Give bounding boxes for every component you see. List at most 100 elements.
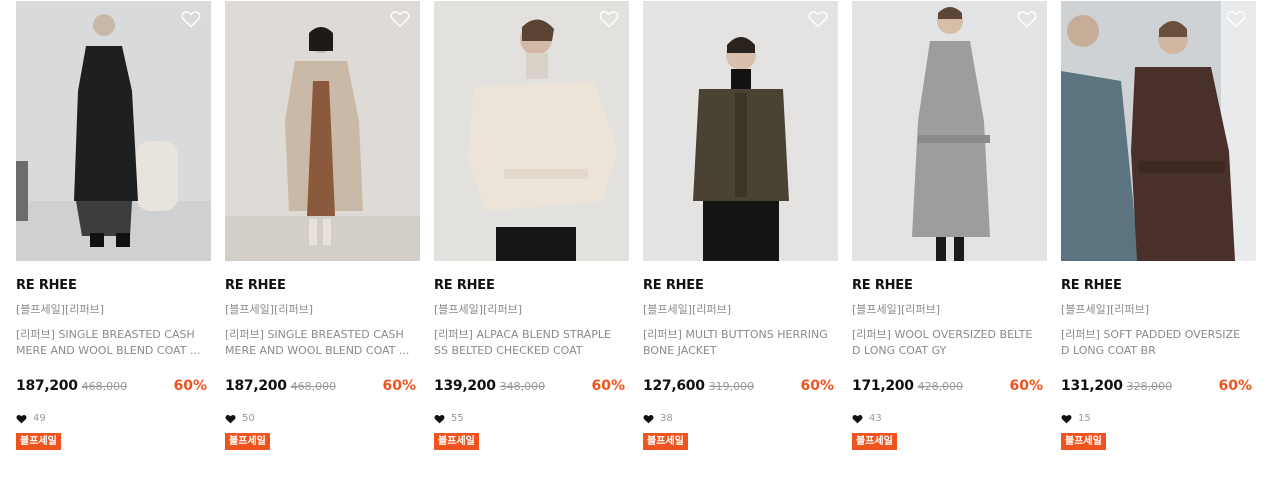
price-row: 127,600 319,000 60% bbox=[643, 378, 838, 396]
price-row: 187,200 468,000 60% bbox=[225, 378, 420, 396]
product-name-line: [리퍼브] WOOL OVERSIZED BELTE bbox=[852, 328, 1033, 341]
discount-rate: 60% bbox=[591, 378, 625, 394]
wishlist-heart-icon[interactable] bbox=[390, 10, 410, 28]
price-row: 139,200 348,000 60% bbox=[434, 378, 629, 396]
product-photo bbox=[1061, 1, 1256, 261]
sale-price: 187,200 bbox=[225, 378, 287, 394]
product-name[interactable]: [리퍼브] SINGLE BREASTED CASH MERE AND WOOL… bbox=[225, 327, 420, 359]
product-name[interactable]: [리퍼브] SOFT PADDED OVERSIZE D LONG COAT B… bbox=[1061, 327, 1256, 359]
sale-price: 127,600 bbox=[643, 378, 705, 394]
product-card[interactable]: RE RHEE [블프세일][리퍼브] [리퍼브] WOOL OVERSIZED… bbox=[852, 1, 1047, 471]
original-price: 348,000 bbox=[499, 380, 546, 393]
discount-rate: 60% bbox=[800, 378, 834, 394]
product-image[interactable] bbox=[434, 1, 629, 261]
product-image[interactable] bbox=[225, 1, 420, 261]
product-name-line: D LONG COAT GY bbox=[852, 344, 947, 357]
like-count-value: 15 bbox=[1078, 413, 1091, 424]
product-tagline: [블프세일][리퍼브] bbox=[434, 303, 523, 316]
original-price: 328,000 bbox=[1126, 380, 1173, 393]
brand-name[interactable]: RE RHEE bbox=[16, 278, 211, 294]
sale-price: 187,200 bbox=[16, 378, 78, 394]
product-card[interactable]: RE RHEE [블프세일][리퍼브] [리퍼브] SINGLE BREASTE… bbox=[225, 1, 420, 471]
brand-name[interactable]: RE RHEE bbox=[1061, 278, 1256, 294]
product-name-line: BONE JACKET bbox=[643, 344, 717, 357]
product-photo bbox=[434, 1, 629, 261]
product-name-line: MERE AND WOOL BLEND COAT ... bbox=[16, 344, 201, 357]
product-tagline: [블프세일][리퍼브] bbox=[643, 303, 732, 316]
sale-badge: 블프세일 bbox=[434, 433, 479, 450]
wishlist-heart-icon[interactable] bbox=[599, 10, 619, 28]
product-photo bbox=[16, 1, 211, 261]
brand-name[interactable]: RE RHEE bbox=[434, 278, 629, 294]
brand-name[interactable]: RE RHEE bbox=[225, 278, 420, 294]
product-photo bbox=[643, 1, 838, 261]
product-card[interactable]: RE RHEE [블프세일][리퍼브] [리퍼브] MULTI BUTTONS … bbox=[643, 1, 838, 471]
heart-filled-icon bbox=[434, 414, 445, 424]
wishlist-heart-icon[interactable] bbox=[181, 10, 201, 28]
like-count-value: 49 bbox=[33, 413, 46, 424]
product-name-line: MERE AND WOOL BLEND COAT ... bbox=[225, 344, 410, 357]
product-tagline: [블프세일][리퍼브] bbox=[852, 303, 941, 316]
original-price: 319,000 bbox=[708, 380, 755, 393]
discount-rate: 60% bbox=[1218, 378, 1252, 394]
like-count-value: 43 bbox=[869, 413, 882, 424]
wishlist-heart-icon[interactable] bbox=[808, 10, 828, 28]
like-count-value: 50 bbox=[242, 413, 255, 424]
product-name-line: [리퍼브] ALPACA BLEND STRAPLE bbox=[434, 328, 612, 341]
original-price: 468,000 bbox=[81, 380, 128, 393]
heart-filled-icon bbox=[16, 414, 27, 424]
discount-rate: 60% bbox=[382, 378, 416, 394]
product-name-line: [리퍼브] MULTI BUTTONS HERRING bbox=[643, 328, 828, 341]
brand-name[interactable]: RE RHEE bbox=[643, 278, 838, 294]
discount-rate: 60% bbox=[1009, 378, 1043, 394]
heart-filled-icon bbox=[1061, 414, 1072, 424]
product-photo bbox=[852, 1, 1047, 261]
product-name-line: [리퍼브] SINGLE BREASTED CASH bbox=[225, 328, 404, 341]
product-card[interactable]: RE RHEE [블프세일][리퍼브] [리퍼브] SINGLE BREASTE… bbox=[16, 1, 211, 471]
product-name-line: D LONG COAT BR bbox=[1061, 344, 1156, 357]
product-card[interactable]: RE RHEE [블프세일][리퍼브] [리퍼브] SOFT PADDED OV… bbox=[1061, 1, 1256, 471]
like-count: 38 bbox=[643, 412, 838, 425]
like-count-value: 55 bbox=[451, 413, 464, 424]
like-count: 43 bbox=[852, 412, 1047, 425]
sale-badge: 블프세일 bbox=[16, 433, 61, 450]
product-name[interactable]: [리퍼브] MULTI BUTTONS HERRING BONE JACKET bbox=[643, 327, 838, 359]
product-tagline: [블프세일][리퍼브] bbox=[1061, 303, 1150, 316]
like-count: 15 bbox=[1061, 412, 1256, 425]
heart-filled-icon bbox=[643, 414, 654, 424]
wishlist-heart-icon[interactable] bbox=[1017, 10, 1037, 28]
sale-badge: 블프세일 bbox=[852, 433, 897, 450]
like-count: 55 bbox=[434, 412, 629, 425]
heart-filled-icon bbox=[852, 414, 863, 424]
product-grid: RE RHEE [블프세일][리퍼브] [리퍼브] SINGLE BREASTE… bbox=[16, 1, 1257, 471]
discount-rate: 60% bbox=[173, 378, 207, 394]
price-row: 131,200 328,000 60% bbox=[1061, 378, 1256, 396]
price-row: 187,200 468,000 60% bbox=[16, 378, 211, 396]
product-photo bbox=[225, 1, 420, 261]
product-name[interactable]: [리퍼브] WOOL OVERSIZED BELTE D LONG COAT G… bbox=[852, 327, 1047, 359]
sale-badge: 블프세일 bbox=[643, 433, 688, 450]
sale-badge: 블프세일 bbox=[1061, 433, 1106, 450]
wishlist-heart-icon[interactable] bbox=[1226, 10, 1246, 28]
product-image[interactable] bbox=[16, 1, 211, 261]
product-name[interactable]: [리퍼브] ALPACA BLEND STRAPLE SS BELTED CHE… bbox=[434, 327, 629, 359]
product-tagline: [블프세일][리퍼브] bbox=[16, 303, 105, 316]
sale-price: 131,200 bbox=[1061, 378, 1123, 394]
sale-price: 171,200 bbox=[852, 378, 914, 394]
product-name-line: SS BELTED CHECKED COAT bbox=[434, 344, 583, 357]
price-row: 171,200 428,000 60% bbox=[852, 378, 1047, 396]
product-image[interactable] bbox=[643, 1, 838, 261]
product-name[interactable]: [리퍼브] SINGLE BREASTED CASH MERE AND WOOL… bbox=[16, 327, 211, 359]
heart-filled-icon bbox=[225, 414, 236, 424]
product-name-line: [리퍼브] SOFT PADDED OVERSIZE bbox=[1061, 328, 1241, 341]
product-card[interactable]: RE RHEE [블프세일][리퍼브] [리퍼브] ALPACA BLEND S… bbox=[434, 1, 629, 471]
like-count: 49 bbox=[16, 412, 211, 425]
product-name-line: [리퍼브] SINGLE BREASTED CASH bbox=[16, 328, 195, 341]
product-image[interactable] bbox=[1061, 1, 1256, 261]
product-image[interactable] bbox=[852, 1, 1047, 261]
product-tagline: [블프세일][리퍼브] bbox=[225, 303, 314, 316]
brand-name[interactable]: RE RHEE bbox=[852, 278, 1047, 294]
sale-price: 139,200 bbox=[434, 378, 496, 394]
like-count: 50 bbox=[225, 412, 420, 425]
like-count-value: 38 bbox=[660, 413, 673, 424]
